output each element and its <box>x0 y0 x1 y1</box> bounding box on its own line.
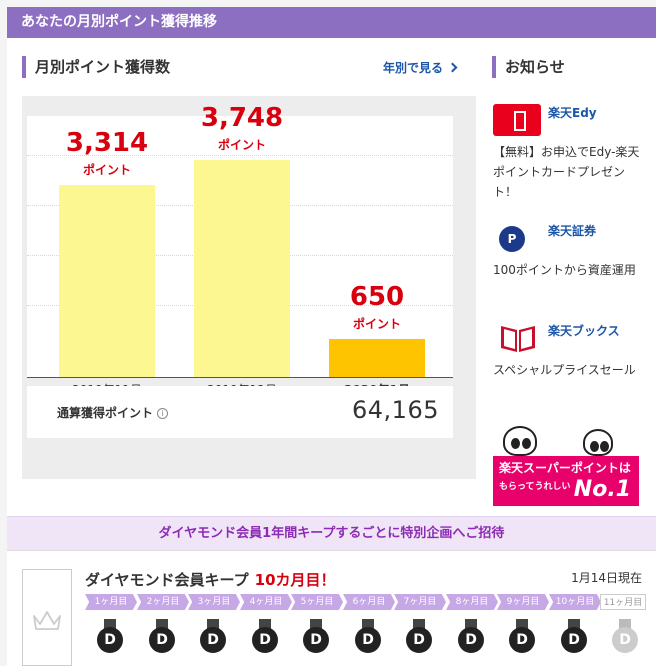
month-chip: 1ヶ月目 <box>85 594 137 610</box>
monthly-points-title: 月別ポイント獲得数 <box>22 56 170 78</box>
month-chip: 4ヶ月目 <box>240 594 292 610</box>
month-chip: 11ヶ月目 <box>600 594 646 610</box>
crown-badge-box <box>22 569 72 666</box>
diamond-keep-months: 10カ月目！ <box>254 571 336 589</box>
diamond-medal-icon: D <box>355 619 381 655</box>
main-panel: 月別ポイント獲得数 年別で見る 3,314ポイント2019年11月3,748ポイ… <box>7 38 656 516</box>
total-points-label-text: 通算獲得ポイント <box>57 406 154 420</box>
month-chip: 3ヶ月目 <box>188 594 240 610</box>
edy-card-icon <box>493 104 541 136</box>
notice-service-securities[interactable]: 楽天証券 <box>548 222 596 239</box>
bar-unit-label: ポイント <box>352 317 401 331</box>
total-points-row: 通算獲得ポイント i 64,165 <box>27 386 453 438</box>
money-bag-icon: P <box>499 226 525 252</box>
month-chip: 6ヶ月目 <box>343 594 395 610</box>
x-axis-line <box>27 377 453 378</box>
diamond-keep-panel: ダイヤモンド会員キープ 10カ月目！ 1月14日現在 1ヶ月目 2ヶ月目 3ヶ月目 4ヶ… <box>7 550 656 666</box>
month-chip: 9ヶ月目 <box>497 594 549 610</box>
notices-title: お知らせ <box>492 56 565 78</box>
chevron-right-icon <box>447 62 458 73</box>
diamond-medal-icon: D <box>97 619 123 655</box>
diamond-keep-text: ダイヤモンド会員キープ <box>85 571 249 589</box>
diamond-medal-icon: D <box>561 619 587 655</box>
diamond-medal-icon: D <box>200 619 226 655</box>
notice-text-edy[interactable]: 【無料】お申込でEdy-楽天ポイントカードプレゼント！ <box>493 142 641 202</box>
chart-plot-area: 3,314ポイント2019年11月3,748ポイント2019年12月650ポイン… <box>27 103 453 397</box>
month-chip: 7ヶ月目 <box>394 594 446 610</box>
notice-text-books[interactable]: スペシャルプライスセール <box>493 360 641 380</box>
banner-line-1: 楽天スーパーポイントは <box>499 461 631 475</box>
info-icon[interactable]: i <box>157 408 169 419</box>
month-chip: 10ヶ月目 <box>549 594 601 610</box>
as-of-date: 1月14日現在 <box>571 571 642 585</box>
notice-service-edy[interactable]: 楽天Edy <box>548 104 597 121</box>
view-by-year-label: 年別で見る <box>383 61 444 75</box>
notice-service-books[interactable]: 楽天ブックス <box>548 322 620 339</box>
panda-mascot-icon <box>503 426 537 456</box>
chart-bar <box>329 339 425 377</box>
diamond-medal-icon: D <box>303 619 329 655</box>
diamond-medal-icon: D <box>458 619 484 655</box>
bar-unit-label: ポイント <box>217 138 266 152</box>
panda-mascot-icon <box>583 429 613 456</box>
points-chart: 3,314ポイント2019年11月3,748ポイント2019年12月650ポイン… <box>22 96 476 479</box>
diamond-medal-icon: D <box>612 619 638 655</box>
diamond-keep-label: ダイヤモンド会員キープ 10カ月目！ <box>85 569 336 590</box>
diamond-medal-icon: D <box>509 619 535 655</box>
crown-icon <box>33 611 61 630</box>
diamond-medal-icon: D <box>406 619 432 655</box>
bar-value-label: 3,314 <box>65 128 149 158</box>
banner-no1-badge: No.1 <box>573 477 631 502</box>
month-chip: 5ヶ月目 <box>291 594 343 610</box>
bar-value-label: 650 <box>349 282 405 312</box>
banner-box: 楽天スーパーポイントは もらってうれしい No.1 <box>493 456 639 506</box>
bar-unit-label: ポイント <box>82 163 131 177</box>
chart-bar <box>59 185 155 377</box>
view-by-year-link[interactable]: 年別で見る <box>383 59 458 76</box>
page-header: あなたの月別ポイント獲得推移 <box>7 7 656 38</box>
diamond-medal-icon: D <box>149 619 175 655</box>
month-chip: 2ヶ月目 <box>137 594 189 610</box>
bar-value-label: 3,748 <box>200 103 284 133</box>
total-points-label: 通算獲得ポイント i <box>57 404 169 421</box>
total-points-value: 64,165 <box>352 396 439 424</box>
month-chip: 8ヶ月目 <box>446 594 498 610</box>
diamond-promo-strip[interactable]: ダイヤモンド会員1年間キープするごとに特別企画へご招待 <box>7 516 656 550</box>
book-icon <box>501 326 535 352</box>
super-point-banner[interactable]: 楽天スーパーポイントは もらってうれしい No.1 <box>493 426 639 506</box>
diamond-medal-icon: D <box>252 619 278 655</box>
notice-text-securities[interactable]: 100ポイントから資産運用 <box>493 260 641 280</box>
chart-bar <box>194 160 290 377</box>
